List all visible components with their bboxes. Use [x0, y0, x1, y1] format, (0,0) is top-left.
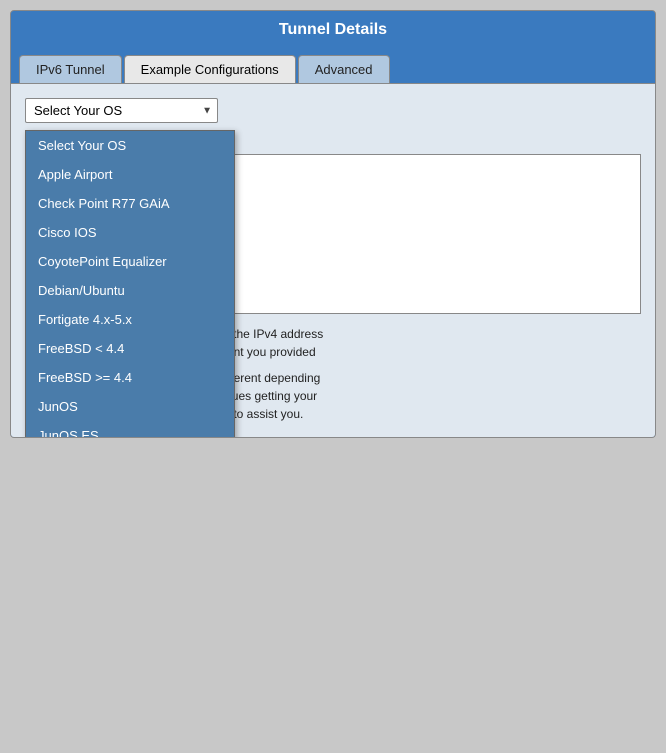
panel-body: Select Your OSApple AirportCheck Point R…	[11, 84, 655, 437]
outer-container: Tunnel Details IPv6 Tunnel Example Confi…	[0, 0, 666, 753]
dropdown-item-cisco-ios[interactable]: Cisco IOS	[26, 218, 234, 247]
dropdown-item-checkpoint[interactable]: Check Point R77 GAiA	[26, 189, 234, 218]
dropdown-item-fortigate[interactable]: Fortigate 4.x-5.x	[26, 305, 234, 334]
dropdown-item-junos-es[interactable]: JunOS ES	[26, 421, 234, 438]
dropdown-item-debian[interactable]: Debian/Ubuntu	[26, 276, 234, 305]
dropdown-item-select-os[interactable]: Select Your OS	[26, 131, 234, 160]
tab-advanced[interactable]: Advanced	[298, 55, 390, 83]
dropdown-item-junos[interactable]: JunOS	[26, 392, 234, 421]
tab-bar: IPv6 Tunnel Example Configurations Advan…	[11, 49, 655, 84]
tab-ipv6-tunnel[interactable]: IPv6 Tunnel	[19, 55, 122, 83]
tab-example-configurations[interactable]: Example Configurations	[124, 55, 296, 83]
dropdown-item-apple-airport[interactable]: Apple Airport	[26, 160, 234, 189]
panel-header: Tunnel Details	[11, 11, 655, 49]
dropdown-item-freebsd-lt[interactable]: FreeBSD < 4.4	[26, 334, 234, 363]
main-panel: Tunnel Details IPv6 Tunnel Example Confi…	[10, 10, 656, 438]
os-select-wrapper: Select Your OSApple AirportCheck Point R…	[25, 98, 218, 123]
os-dropdown-list[interactable]: Select Your OS Apple Airport Check Point…	[25, 130, 235, 438]
panel-title: Tunnel Details	[279, 21, 387, 38]
dropdown-item-coyotepoint[interactable]: CoyotePoint Equalizer	[26, 247, 234, 276]
os-select[interactable]: Select Your OSApple AirportCheck Point R…	[25, 98, 218, 123]
dropdown-item-freebsd-gte[interactable]: FreeBSD >= 4.4	[26, 363, 234, 392]
